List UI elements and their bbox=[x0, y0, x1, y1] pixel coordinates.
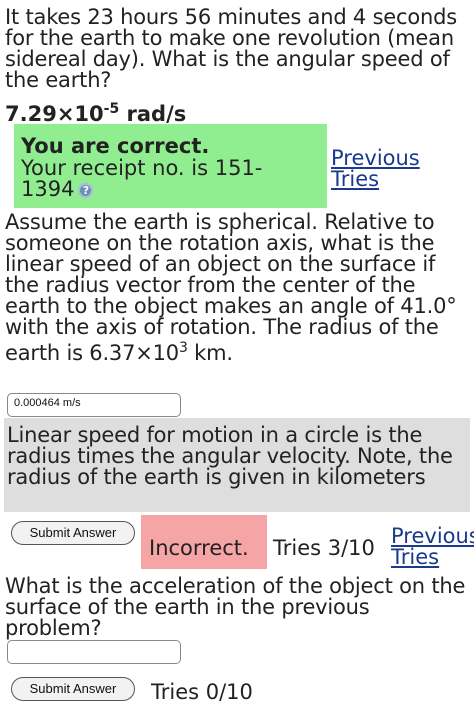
correct-feedback-box: You are correct. Your receipt no. is 151… bbox=[14, 124, 327, 208]
hint-text: Linear speed for motion in a circle is t… bbox=[7, 423, 453, 489]
answer-1-value: 7.29×10-5 rad/s bbox=[5, 101, 186, 126]
tries-counter-3: Tries 0/10 bbox=[151, 680, 253, 704]
answer-3-input[interactable] bbox=[7, 640, 181, 664]
previous-tries-link-2[interactable]: Previous Tries bbox=[391, 526, 474, 568]
receipt-text: Your receipt no. is 151-1394? bbox=[21, 158, 311, 200]
question-1-text: It takes 23 hours 56 minutes and 4 secon… bbox=[5, 5, 458, 92]
help-icon[interactable]: ? bbox=[78, 182, 94, 198]
answer-1-mantissa: 7.29×10 bbox=[5, 102, 104, 126]
receipt-label: Your receipt no. is 151-1394 bbox=[21, 156, 263, 201]
correct-title: You are correct. bbox=[21, 134, 210, 158]
tries-counter-2: Tries 3/10 bbox=[273, 536, 375, 560]
previous-tries-link-1[interactable]: Previous Tries bbox=[331, 148, 431, 190]
question-2-text: Assume the earth is spherical. Relative … bbox=[5, 212, 471, 364]
radius-unit: km. bbox=[187, 341, 233, 365]
incorrect-status-box: Incorrect. bbox=[141, 515, 267, 569]
submit-answer-button-2[interactable]: Submit Answer bbox=[11, 521, 135, 545]
submit-answer-button-3[interactable]: Submit Answer bbox=[11, 677, 135, 701]
question-3-text: What is the acceleration of the object o… bbox=[5, 574, 466, 640]
answer-1-unit: rad/s bbox=[119, 102, 187, 126]
incorrect-status: Incorrect. bbox=[149, 536, 249, 560]
radius-exponent: 3 bbox=[178, 340, 188, 356]
answer-2-input[interactable]: 0.000464 m/s bbox=[7, 393, 181, 417]
answer-1-exponent: -5 bbox=[103, 101, 120, 117]
radius-mantissa: 6.37×10 bbox=[89, 341, 179, 365]
hint-box: Linear speed for motion in a circle is t… bbox=[4, 418, 470, 512]
